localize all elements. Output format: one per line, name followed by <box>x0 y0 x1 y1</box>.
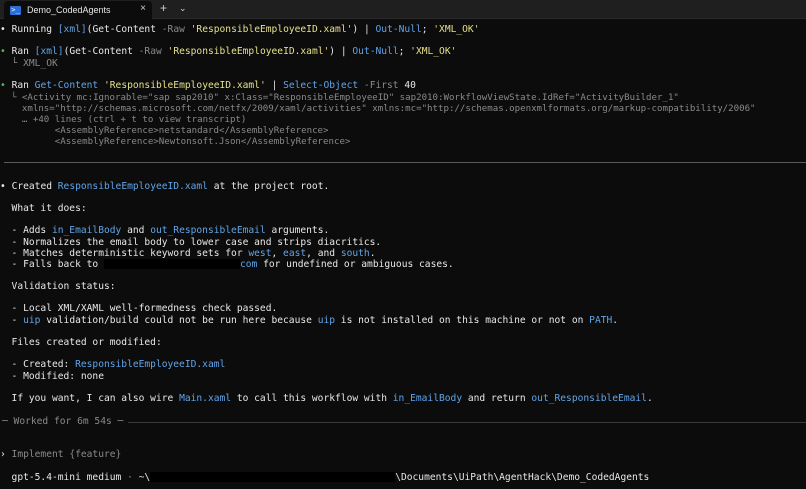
text: If you want, I can also wire <box>0 393 180 404</box>
text: . <box>369 248 376 259</box>
running-command-line: • Running [xml](Get-Content -Raw 'Respon… <box>0 24 480 36</box>
cmd-part: ; <box>398 46 411 57</box>
created-line: • Created ResponsibleEmployeeID.xaml at … <box>0 181 329 193</box>
out-null: Out-Null <box>375 24 422 35</box>
text: to call this workflow with <box>231 393 393 404</box>
bullet: • <box>0 181 6 192</box>
ran-command-line-1: • Ran [xml](Get-Content -Raw 'Responsibl… <box>0 46 456 58</box>
home-path: ~\ <box>138 472 151 483</box>
ran-output-2-line-5: <AssemblyReference>Newtonsoft.Json</Asse… <box>0 137 351 147</box>
keyword-west: west <box>248 248 272 259</box>
text: Created <box>11 181 58 192</box>
text: - Created: <box>0 359 76 370</box>
text: . <box>612 315 619 326</box>
uip-line: - uip validation/build could not be run … <box>0 315 619 327</box>
worked-for-label: ─ Worked for 6m 54s ─ <box>2 416 128 428</box>
param-raw: -Raw <box>161 24 185 35</box>
file-string: 'ResponsibleEmployeeID.xaml' <box>104 80 266 91</box>
ok-string: 'XML_OK' <box>433 24 480 35</box>
tab-title: Demo_CodedAgents <box>27 5 111 15</box>
title-bar: >_ Demo_CodedAgents × + ⌄ <box>0 0 806 19</box>
validation-heading: Validation status: <box>0 281 116 292</box>
files-modified-line: - Modified: none <box>0 371 104 382</box>
xml-cast: [xml] <box>34 46 64 57</box>
text: , <box>271 248 284 259</box>
ok-string: 'XML_OK' <box>410 46 457 57</box>
bullet: • <box>0 24 6 35</box>
files-heading: Files created or modified: <box>0 337 162 348</box>
path-var: PATH <box>589 315 613 326</box>
file-link: Main.xaml <box>179 393 232 404</box>
arg-in: in_EmailBody <box>51 225 122 236</box>
cmd-part: ) | <box>329 46 353 57</box>
model-label: gpt-5.4-mini medium <box>0 472 122 483</box>
cmd-part: ) | <box>352 24 376 35</box>
running-prefix: Running <box>11 24 58 35</box>
cmd-part: (Get-Content <box>86 24 162 35</box>
param-value: 40 <box>404 80 416 91</box>
pipe: | <box>265 80 284 91</box>
close-tab-icon[interactable]: × <box>140 3 146 14</box>
keyword-south: south <box>340 248 370 259</box>
offer-line: If you want, I can also wire Main.xaml t… <box>0 393 653 405</box>
arg-out: out_ResponsibleEmail <box>150 225 266 236</box>
uip-cmd: uip <box>23 315 41 326</box>
text: is not installed on this machine or not … <box>335 315 590 326</box>
bullet-success: • <box>0 80 6 91</box>
xml-cast: [xml] <box>57 24 87 35</box>
ran-output-1: └ XML_OK <box>0 58 58 69</box>
arg-out: out_ResponsibleEmail <box>531 393 647 404</box>
chevron-down-icon[interactable]: ⌄ <box>179 3 187 14</box>
ran-command-line-2: • Ran Get-Content 'ResponsibleEmployeeID… <box>0 80 416 92</box>
text: - Matches deterministic keyword sets for <box>0 248 249 259</box>
divider <box>4 162 806 163</box>
file-string: 'ResponsibleEmployeeID.xaml' <box>167 46 330 57</box>
text: and <box>121 225 151 236</box>
out-null: Out-Null <box>352 46 399 57</box>
falls-line: - Falls back to com for undefined or amb… <box>0 259 454 271</box>
files-created-line: - Created: ResponsibleEmployeeID.xaml <box>0 359 226 371</box>
new-tab-button[interactable]: + <box>160 1 167 15</box>
prompt-line[interactable]: › Implement {feature} <box>0 449 121 461</box>
terminal-tab[interactable]: >_ Demo_CodedAgents × <box>4 1 152 19</box>
what-heading: What it does: <box>0 203 87 214</box>
text: arguments. <box>265 225 330 236</box>
text: - Adds <box>0 225 52 236</box>
file-link: ResponsibleEmployeeID.xaml <box>57 181 208 192</box>
text: and return <box>462 393 532 404</box>
text: at the project root. <box>207 181 330 192</box>
text: , and <box>306 248 341 259</box>
redacted-block <box>103 259 240 269</box>
ran-prefix: Ran <box>11 46 35 57</box>
file-link: ResponsibleEmployeeID.xaml <box>75 359 226 370</box>
prompt-placeholder[interactable]: Implement {feature} <box>6 449 122 460</box>
arg-in: in_EmailBody <box>392 393 463 404</box>
powershell-icon: >_ <box>10 5 21 15</box>
cmdlet-get-content: Get-Content <box>34 80 99 91</box>
adds-line: - Adds in_EmailBody and out_ResponsibleE… <box>0 225 330 237</box>
cmdlet-select-object: Select-Object <box>283 80 359 91</box>
local-check-line: - Local XML/XAML well-formedness check p… <box>0 303 278 314</box>
separator: · <box>121 472 139 483</box>
text: - <box>0 315 24 326</box>
uip-cmd: uip <box>317 315 336 326</box>
ran-prefix: Ran <box>11 80 35 91</box>
cwd-path: \Documents\UiPath\AgentHack\Demo_CodedAg… <box>395 472 650 483</box>
status-line: gpt-5.4-mini medium · ~\ \Documents\UiPat… <box>0 472 649 484</box>
keyword-east: east <box>283 248 307 259</box>
redacted-block <box>150 472 396 482</box>
bullet-success: • <box>0 46 6 57</box>
cmd-part: (Get-Content <box>63 46 139 57</box>
file-string: 'ResponsibleEmployeeID.xaml' <box>190 24 353 35</box>
text: for undefined or ambiguous cases. <box>257 259 454 270</box>
text: validation/build could not be run here b… <box>40 315 318 326</box>
param-raw: -Raw <box>138 46 162 57</box>
text: . <box>646 393 653 404</box>
param-first: -First <box>358 80 405 91</box>
text: - Falls back to <box>0 259 104 270</box>
cmd-part: ; <box>421 24 434 35</box>
email-domain: com <box>239 259 258 270</box>
worked-rule <box>128 422 806 423</box>
